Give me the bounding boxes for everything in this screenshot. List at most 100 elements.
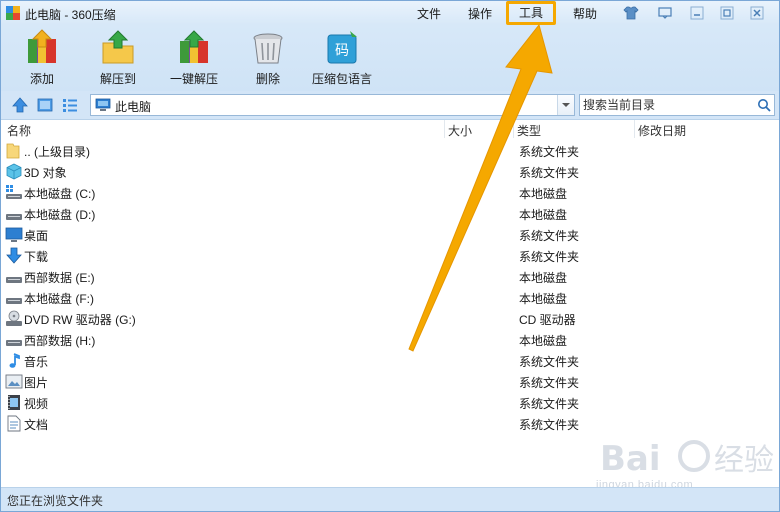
360zip-app-icon: [6, 6, 20, 20]
menu-file[interactable]: 文件: [417, 5, 441, 22]
file-row[interactable]: 本地磁盘 (C:) 本地磁盘: [1, 182, 779, 203]
trash-icon: [253, 33, 283, 64]
svg-text:经验: 经验: [714, 443, 774, 478]
file-name: 桌面: [24, 229, 49, 243]
address-bar: 此电脑: [1, 91, 779, 120]
close-icon[interactable]: [749, 5, 765, 21]
svg-text:码: 码: [335, 43, 349, 59]
column-size[interactable]: 大小: [448, 122, 472, 139]
column-divider[interactable]: [513, 120, 514, 138]
file-type: 系统文件夹: [519, 376, 580, 390]
folder-up-icon: [6, 143, 20, 159]
file-type: 本地磁盘: [519, 292, 568, 306]
address-field[interactable]: 此电脑: [90, 94, 575, 116]
file-name: 西部数据 (E:): [24, 271, 95, 285]
file-name: 文档: [24, 418, 49, 432]
download-icon: [6, 247, 22, 264]
file-name: 图片: [24, 376, 49, 390]
file-row[interactable]: 音乐 系统文件夹: [1, 350, 779, 371]
archive-language-button[interactable]: 码 压缩包语言: [310, 29, 374, 87]
svg-text:Bai: Bai: [600, 439, 661, 479]
title-bar: 此电脑 - 360压缩 文件 操作 工具 帮助: [1, 1, 779, 25]
archive-language-icon: 码: [327, 31, 357, 64]
pictures-icon: [5, 374, 23, 389]
add-label: 添加: [29, 72, 54, 86]
drive-icon: [6, 298, 22, 304]
thumbnail-view-icon[interactable]: [36, 96, 54, 114]
file-row[interactable]: 图片 系统文件夹: [1, 371, 779, 392]
column-name[interactable]: 名称: [7, 122, 31, 139]
status-bar: 您正在浏览文件夹: [1, 487, 779, 511]
file-row[interactable]: 西部数据 (E:) 本地磁盘: [1, 266, 779, 287]
file-row[interactable]: DVD RW 驱动器 (G:) CD 驱动器: [1, 308, 779, 329]
extract-folder-icon: [102, 30, 134, 64]
maximize-icon[interactable]: [719, 5, 735, 21]
menu-help[interactable]: 帮助: [573, 5, 597, 22]
file-row[interactable]: 3D 对象 系统文件夹: [1, 161, 779, 182]
file-name: 3D 对象: [24, 166, 67, 180]
column-modified[interactable]: 修改日期: [638, 122, 686, 139]
chevron-down-icon: [562, 103, 570, 107]
status-text: 您正在浏览文件夹: [7, 494, 104, 508]
documents-icon: [7, 415, 21, 432]
file-type: 系统文件夹: [519, 397, 580, 411]
menu-operate[interactable]: 操作: [468, 5, 492, 22]
extract-to-button[interactable]: 解压到: [95, 29, 141, 87]
file-name: 视频: [24, 397, 49, 411]
file-row[interactable]: 本地磁盘 (D:) 本地磁盘: [1, 203, 779, 224]
address-path: 此电脑: [115, 100, 152, 114]
file-row[interactable]: 桌面 系统文件夹: [1, 224, 779, 245]
menu-tools[interactable]: 工具: [506, 1, 557, 25]
delete-label: 删除: [255, 72, 280, 86]
videos-icon: [8, 395, 20, 410]
one-click-extract-button[interactable]: 一键解压: [166, 29, 222, 87]
address-dropdown[interactable]: [557, 95, 574, 115]
file-name: 本地磁盘 (F:): [24, 292, 94, 306]
file-name: 下载: [24, 250, 49, 264]
add-archive-icon: [28, 29, 56, 63]
column-divider[interactable]: [444, 120, 445, 138]
3d-objects-icon: [6, 163, 22, 180]
window-title: 此电脑 - 360压缩: [25, 8, 116, 22]
file-type: 本地磁盘: [519, 334, 568, 348]
skin-shirt-icon[interactable]: [623, 5, 639, 21]
file-name: 音乐: [24, 355, 49, 369]
column-type[interactable]: 类型: [517, 122, 541, 139]
file-name: .. (上级目录): [24, 145, 90, 159]
windows-drive-icon: [6, 185, 22, 199]
file-type: 系统文件夹: [519, 145, 580, 159]
drive-icon: [6, 340, 22, 346]
file-row[interactable]: 下载 系统文件夹: [1, 245, 779, 266]
dvd-drive-icon: [6, 310, 22, 326]
add-button[interactable]: 添加: [19, 29, 65, 87]
one-click-extract-icon: [180, 30, 208, 63]
file-name: DVD RW 驱动器 (G:): [24, 313, 136, 327]
file-type: 本地磁盘: [519, 208, 568, 222]
file-list-header: 名称 大小 类型 修改日期: [1, 120, 779, 138]
extract-to-label: 解压到: [99, 72, 136, 86]
delete-button[interactable]: 删除: [245, 29, 291, 87]
drive-icon: [6, 277, 22, 283]
file-row[interactable]: 本地磁盘 (F:) 本地磁盘: [1, 287, 779, 308]
up-arrow-icon[interactable]: [11, 96, 29, 114]
feedback-icon[interactable]: [657, 5, 673, 21]
list-view-icon[interactable]: [61, 96, 79, 114]
search-box: [579, 94, 775, 116]
file-row[interactable]: 视频 系统文件夹: [1, 392, 779, 413]
file-type: 本地磁盘: [519, 187, 568, 201]
column-divider[interactable]: [634, 120, 635, 138]
search-icon[interactable]: [757, 98, 771, 112]
file-name: 西部数据 (H:): [24, 334, 96, 348]
one-click-extract-label: 一键解压: [169, 72, 218, 86]
file-type: 系统文件夹: [519, 229, 580, 243]
file-type: 系统文件夹: [519, 418, 580, 432]
search-input[interactable]: [583, 97, 751, 113]
file-type: 本地磁盘: [519, 271, 568, 285]
music-icon: [9, 353, 20, 368]
file-row[interactable]: 西部数据 (H:) 本地磁盘: [1, 329, 779, 350]
file-type: 系统文件夹: [519, 355, 580, 369]
file-row[interactable]: .. (上级目录) 系统文件夹: [1, 140, 779, 161]
file-type: 系统文件夹: [519, 166, 580, 180]
file-name: 本地磁盘 (C:): [24, 187, 96, 201]
minimize-icon[interactable]: [689, 5, 705, 21]
